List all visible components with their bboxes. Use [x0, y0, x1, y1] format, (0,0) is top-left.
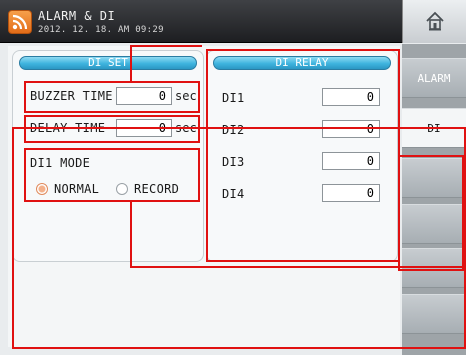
di-relay-heading: DI RELAY — [213, 56, 391, 70]
record-radio[interactable] — [116, 183, 128, 195]
tab-alarm[interactable]: ALARM — [402, 58, 466, 98]
di1-mode-label: DI1 MODE — [30, 156, 91, 170]
tab-empty-5[interactable] — [402, 248, 466, 288]
side-tabs: ALARM DI — [402, 44, 466, 355]
buzzer-time-unit: sec — [175, 89, 197, 103]
tab-empty-6[interactable] — [402, 294, 466, 334]
datetime-label: 2012. 12. 18. AM 09:29 — [38, 25, 164, 35]
delay-time-field[interactable]: 0 — [116, 119, 172, 137]
rss-icon — [8, 10, 32, 34]
screen: ALARM & DI 2012. 12. 18. AM 09:29 DI SET… — [0, 0, 466, 355]
delay-time-unit: sec — [175, 121, 197, 135]
normal-radio[interactable] — [36, 183, 48, 195]
tab-empty-4[interactable] — [402, 204, 466, 244]
home-icon — [426, 11, 444, 31]
title-bar: ALARM & DI 2012. 12. 18. AM 09:29 — [0, 0, 466, 43]
normal-radio-label[interactable]: NORMAL — [54, 182, 99, 196]
di4-label: DI4 — [222, 187, 245, 201]
buzzer-time-label: BUZZER TIME — [30, 89, 113, 103]
di-set-heading: DI SET — [19, 56, 197, 70]
di4-field[interactable]: 0 — [322, 184, 380, 202]
di3-label: DI3 — [222, 155, 245, 169]
delay-time-label: DELAY TIME — [30, 121, 106, 135]
tab-empty-3[interactable] — [402, 158, 466, 198]
record-radio-label[interactable]: RECORD — [134, 182, 179, 196]
di1-label: DI1 — [222, 91, 245, 105]
page-title: ALARM & DI — [38, 9, 116, 23]
di3-field[interactable]: 0 — [322, 152, 380, 170]
di2-field[interactable]: 0 — [322, 120, 380, 138]
buzzer-time-field[interactable]: 0 — [116, 87, 172, 105]
di2-label: DI2 — [222, 123, 245, 137]
tab-di[interactable]: DI — [402, 108, 466, 148]
di1-field[interactable]: 0 — [322, 88, 380, 106]
home-button[interactable] — [402, 0, 466, 43]
